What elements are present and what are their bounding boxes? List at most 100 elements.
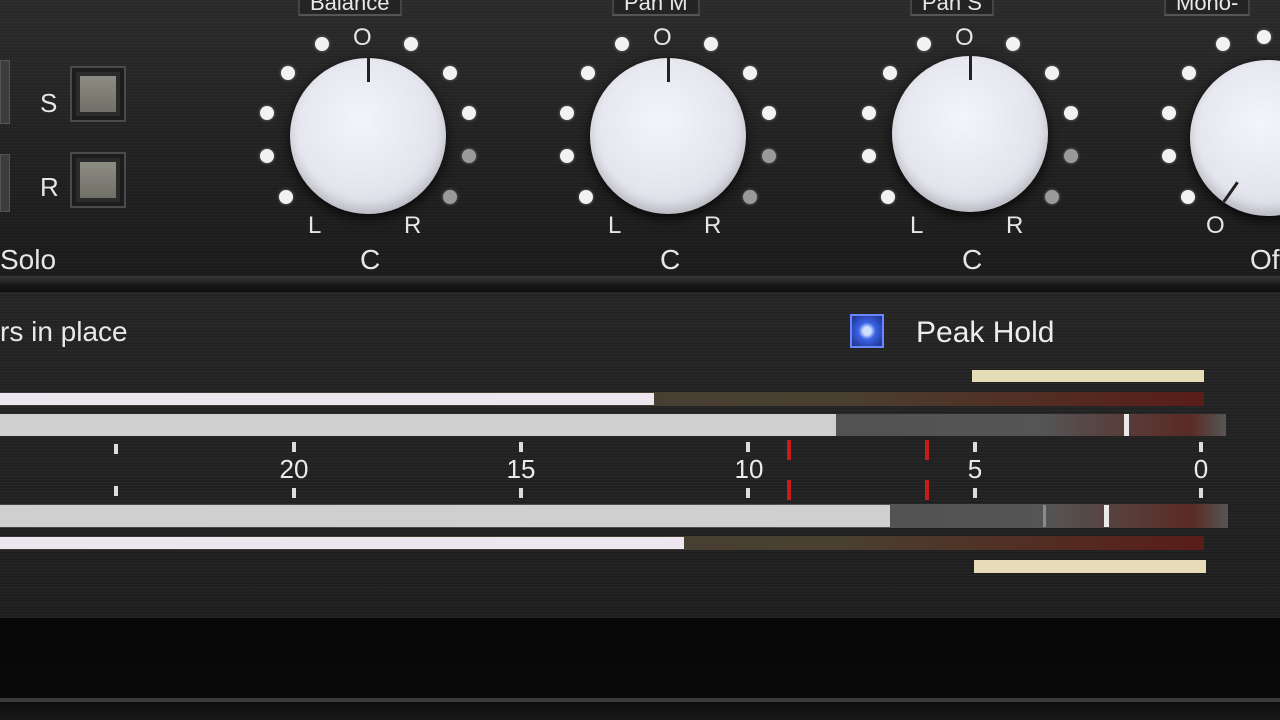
balance-knob[interactable] — [290, 58, 446, 214]
scale-label-0: 0 — [1193, 454, 1209, 484]
knob-dot — [743, 66, 757, 80]
knob-dot — [917, 37, 931, 51]
button-face — [80, 76, 116, 112]
scale-label-10: 10 — [734, 454, 764, 484]
channel-strip-panel: S R Solo Balance O L R C Pan M O L R C P… — [0, 0, 1280, 278]
knob-dot — [1045, 190, 1059, 204]
solo-r-button[interactable] — [70, 152, 126, 208]
knob-dot — [1182, 66, 1196, 80]
knob-right-label: R — [704, 212, 722, 239]
scale-tick — [746, 488, 750, 498]
bottom-edge — [0, 698, 1280, 702]
scale-label-20: 20 — [279, 454, 309, 484]
knob-dot — [443, 66, 457, 80]
knob-dot — [260, 149, 274, 163]
knob-left-label: L — [910, 212, 924, 239]
scale-tick — [519, 488, 523, 498]
knob-dot — [704, 37, 718, 51]
knob-dot — [260, 106, 274, 120]
knob-dot — [560, 149, 574, 163]
knob-dot — [404, 37, 418, 51]
balance-header: Balance — [298, 0, 402, 16]
knob-left-label: L — [308, 212, 322, 239]
peak-hold-checkbox[interactable] — [850, 314, 884, 348]
ch2-marker — [1043, 505, 1046, 527]
red-threshold-marker — [787, 480, 791, 500]
knob-dot — [443, 190, 457, 204]
knob-dot — [579, 190, 593, 204]
knob-dot — [315, 37, 329, 51]
knob-dot — [1181, 190, 1195, 204]
knob-dot — [581, 66, 595, 80]
knob-dot — [743, 190, 757, 204]
ch2-peak-hold-indicator — [974, 560, 1206, 573]
knob-right-label: R — [1006, 212, 1024, 239]
knob-dot — [862, 106, 876, 120]
scale-tick — [292, 488, 296, 498]
knob-dot — [615, 37, 629, 51]
option-text: rs in place — [0, 316, 128, 347]
knob-pointer — [666, 58, 670, 82]
knob-bottom-label: Of — [1250, 244, 1280, 270]
knob-center-label: C — [360, 244, 381, 275]
knob-dot — [762, 149, 776, 163]
knob-center-label: C — [660, 244, 681, 275]
knob-right-label: R — [404, 212, 422, 239]
red-threshold-marker — [787, 440, 791, 460]
mono-knob[interactable] — [1190, 60, 1280, 216]
button-face — [80, 162, 116, 198]
scale-tick — [114, 444, 118, 454]
scale-tick — [519, 442, 523, 452]
knob-dot — [1257, 30, 1271, 44]
knob-dot — [462, 149, 476, 163]
knob-dot — [862, 149, 876, 163]
pan-s-knob[interactable] — [892, 56, 1048, 212]
knob-dot — [1045, 66, 1059, 80]
knob-center-label: C — [962, 244, 983, 275]
mono-header: Mono- — [1164, 0, 1251, 16]
pan-m-knob[interactable] — [590, 58, 746, 214]
scale-tick — [114, 486, 118, 496]
knob-dot — [1162, 106, 1176, 120]
knob-top-label: O — [955, 24, 974, 51]
red-threshold-marker — [925, 440, 929, 460]
pan-m-knob-group: Pan M O L R C — [554, 0, 784, 275]
knob-dot — [883, 66, 897, 80]
red-threshold-marker — [925, 480, 929, 500]
knob-dot — [279, 190, 293, 204]
scale-label-5: 5 — [967, 454, 983, 484]
solo-s-label: S — [40, 88, 58, 118]
knob-pointer — [366, 58, 370, 82]
section-divider — [0, 276, 1280, 292]
mono-knob-group: Mono- O Of — [1156, 0, 1280, 270]
scale-label-15: 15 — [506, 454, 536, 484]
knob-top-label: O — [653, 24, 672, 51]
edge-control-lower[interactable] — [0, 154, 10, 212]
scale-tick — [292, 442, 296, 452]
pan-m-header: Pan M — [612, 0, 700, 16]
balance-knob-group: Balance O L R C — [254, 0, 484, 275]
scale-tick — [973, 488, 977, 498]
knob-dot — [1162, 149, 1176, 163]
edge-control-upper[interactable] — [0, 60, 10, 124]
scale-tick — [973, 442, 977, 452]
solo-section-label: Solo — [0, 244, 57, 275]
ch2-peak-marker — [1104, 505, 1109, 527]
ch2-peak-fill — [0, 505, 890, 527]
ch2-rms-fill — [0, 537, 684, 549]
bottom-area — [0, 618, 1280, 720]
scale-tick — [1199, 488, 1203, 498]
knob-off-mark-label: O — [1206, 212, 1225, 239]
knob-dot — [762, 106, 776, 120]
knob-dot — [1006, 37, 1020, 51]
knob-pointer — [1222, 181, 1239, 203]
knob-top-label: O — [353, 24, 372, 51]
pan-s-knob-group: Pan S O L R C — [856, 0, 1086, 275]
knob-dot — [1064, 106, 1078, 120]
ch1-peak-hold-indicator — [972, 370, 1204, 382]
knob-dot — [281, 66, 295, 80]
knob-dot — [1064, 149, 1078, 163]
knob-left-label: L — [608, 212, 622, 239]
knob-pointer — [968, 56, 972, 80]
solo-s-button[interactable] — [70, 66, 126, 122]
